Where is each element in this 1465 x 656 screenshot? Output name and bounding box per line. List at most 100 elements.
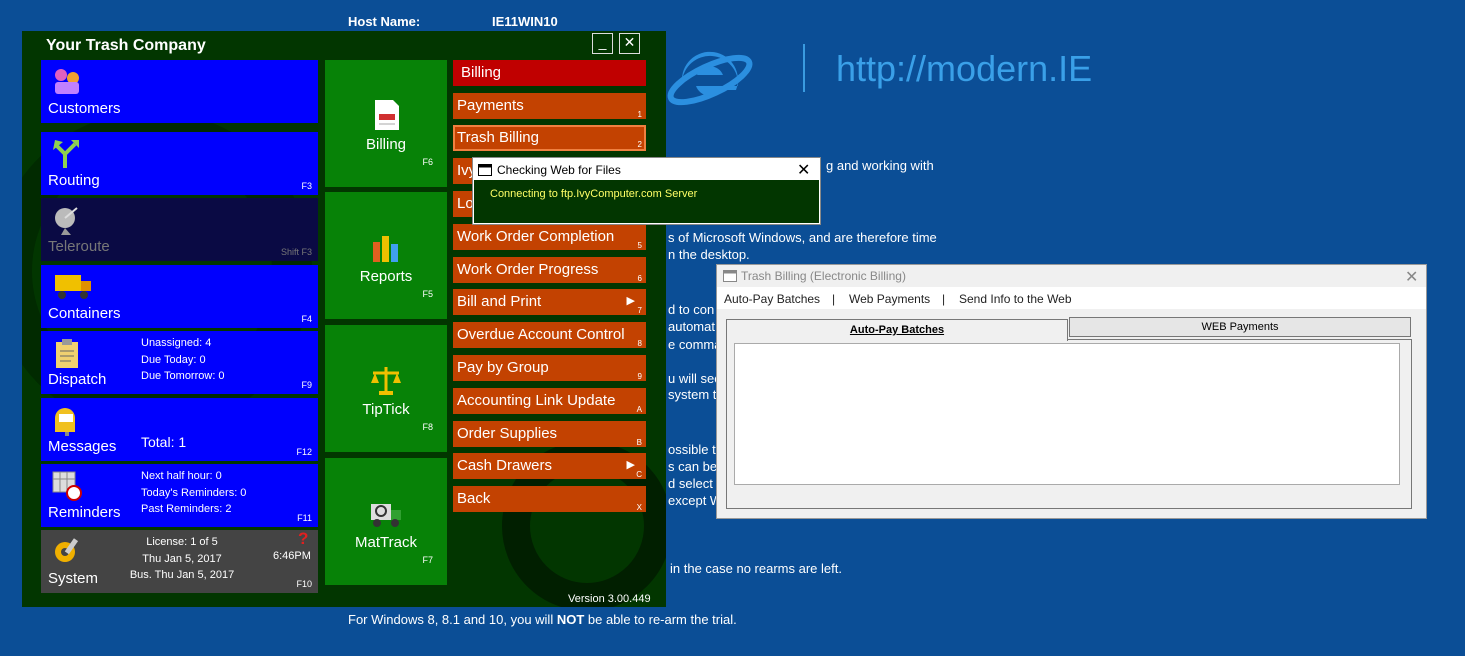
- system-info: License: 1 of 5 Thu Jan 5, 2017 Bus. Thu…: [129, 536, 235, 581]
- app-title: Your Trash Company: [46, 37, 206, 54]
- tile-system[interactable]: License: 1 of 5 Thu Jan 5, 2017 Bus. Thu…: [41, 529, 318, 593]
- bar-chart-icon: [373, 236, 398, 262]
- tile-label: Containers: [48, 305, 121, 322]
- clipboard-icon: [56, 339, 78, 368]
- menu-bar: Auto-Pay Batches | Web Payments | Send I…: [717, 287, 1426, 309]
- submenu-arrow-icon: ▶: [626, 459, 635, 471]
- version-label: Version 3.00.449: [568, 593, 651, 605]
- tile-label: Reports: [359, 268, 413, 285]
- tile-teleroute[interactable]: Teleroute Shift F3: [41, 198, 318, 261]
- checking-web-dialog: Checking Web for Files ✕ Connecting to f…: [472, 157, 821, 225]
- tab-web-payments[interactable]: WEB Payments: [1069, 317, 1411, 337]
- trash-billing-window: Trash Billing (Electronic Billing) ✕ Aut…: [716, 264, 1427, 519]
- tile-label: System: [48, 570, 99, 587]
- desktop-text-line: system t: [668, 387, 717, 402]
- tile-shortcut: F9: [301, 380, 312, 390]
- menu-item-trash-billing[interactable]: Trash Billing 2: [453, 125, 646, 151]
- help-icon[interactable]: ?: [298, 529, 308, 549]
- menu-item-back[interactable]: Back X: [453, 486, 646, 512]
- desktop-text-line: e comma: [668, 337, 722, 352]
- tile-label: Teleroute: [48, 238, 110, 255]
- scale-icon: [371, 367, 401, 395]
- tile-shortcut: F10: [296, 579, 312, 589]
- batches-list[interactable]: [734, 343, 1400, 485]
- menu-item-bill-and-print[interactable]: Bill and Print ▶ 7: [453, 289, 646, 315]
- mattrack-truck-icon: [371, 504, 401, 527]
- tile-label: Dispatch: [48, 371, 107, 388]
- tile-reminders[interactable]: Next half hour: 0 Today's Reminders: 0 P…: [41, 464, 318, 527]
- desktop-text-line: automat: [668, 319, 715, 334]
- menu-item-pay-by-group[interactable]: Pay by Group 9: [453, 355, 646, 381]
- mailbox-icon: [55, 408, 75, 436]
- menu-auto-pay-batches[interactable]: Auto-Pay Batches: [724, 292, 820, 306]
- dialog-body: Connecting to ftp.IvyComputer.com Server: [474, 180, 819, 223]
- window-title: Trash Billing (Electronic Billing): [741, 269, 906, 283]
- tile-label: Customers: [48, 100, 121, 117]
- menu-separator: |: [942, 292, 946, 306]
- tile-shortcut: F11: [297, 513, 312, 523]
- close-button[interactable]: ✕: [619, 33, 640, 54]
- host-name-value: IE11WIN10: [492, 14, 558, 29]
- customers-icon: [55, 69, 79, 94]
- desktop-text-line: d to con: [668, 302, 715, 317]
- tile-label: MatTrack: [355, 534, 417, 551]
- tile-shortcut: F6: [422, 157, 433, 167]
- tile-label: Reminders: [48, 504, 121, 521]
- desktop-text-line: ossible to: [668, 442, 723, 457]
- routing-arrow-icon: [53, 140, 79, 168]
- ie-separator: [803, 44, 805, 92]
- dialog-title: Checking Web for Files: [497, 163, 621, 177]
- desktop-text-line: in the case no rearms are left.: [670, 561, 842, 576]
- tile-reports[interactable]: Reports F5: [325, 192, 447, 319]
- desktop-footer-text: For Windows 8, 8.1 and 10, you will NOT …: [348, 612, 737, 627]
- menu-item-cash-drawers[interactable]: Cash Drawers ▶ C: [453, 453, 646, 479]
- tile-billing[interactable]: Billing F6: [325, 60, 447, 187]
- menu-item-payments[interactable]: Payments 1: [453, 93, 646, 119]
- menu-item-accounting-link-update[interactable]: Accounting Link Update A: [453, 388, 646, 414]
- menu-item-order-supplies[interactable]: Order Supplies B: [453, 421, 646, 447]
- minimize-button[interactable]: _: [592, 33, 613, 54]
- tile-customers[interactable]: Customers: [41, 60, 318, 123]
- tile-messages[interactable]: Total: 1 Messages F12: [41, 398, 318, 461]
- menu-separator: |: [832, 292, 836, 306]
- menu-send-info-to-web[interactable]: Send Info to the Web: [959, 292, 1072, 306]
- tile-shortcut: Shift F3: [280, 247, 312, 257]
- messages-total: Total: 1: [141, 434, 187, 450]
- ie-logo-icon: [667, 51, 753, 106]
- menu-web-payments[interactable]: Web Payments: [849, 292, 930, 306]
- tile-mattrack[interactable]: MatTrack F7: [325, 458, 447, 585]
- menu-item-work-order-progress[interactable]: Work Order Progress 6: [453, 257, 646, 283]
- invoice-icon: [375, 100, 399, 130]
- tile-routing[interactable]: Routing F3: [41, 132, 318, 195]
- tile-shortcut: F8: [422, 422, 433, 432]
- desktop-text-line: d select t: [668, 476, 721, 491]
- tile-shortcut: F7: [422, 555, 433, 565]
- submenu-arrow-icon: ▶: [626, 295, 635, 307]
- desktop-text-line: s can be: [668, 459, 718, 474]
- dialog-close-button[interactable]: ✕: [797, 160, 810, 180]
- tile-shortcut: F5: [422, 289, 433, 299]
- satellite-dish-icon: [55, 207, 78, 235]
- system-time: 6:46PM: [273, 550, 311, 562]
- tile-label: Billing: [365, 136, 407, 153]
- menu-item-overdue-account-control[interactable]: Overdue Account Control 8: [453, 322, 646, 348]
- window-icon: [723, 270, 737, 282]
- desktop-text-line: s of Microsoft Windows, and are therefor…: [668, 230, 937, 245]
- tab-auto-pay-batches[interactable]: Auto-Pay Batches: [726, 319, 1068, 341]
- dispatch-info: Unassigned: 4 Due Today: 0 Due Tomorrow:…: [141, 337, 225, 382]
- desktop-text-line: except W: [668, 493, 723, 508]
- truck-icon: [55, 275, 91, 299]
- tile-tiptick[interactable]: TipTick F8: [325, 325, 447, 452]
- desktop-text-line: g and working with: [826, 158, 934, 173]
- menu-header-billing: Billing: [453, 60, 646, 86]
- gear-wrench-icon: [55, 538, 79, 562]
- menu-item-work-order-completion[interactable]: Work Order Completion 5: [453, 224, 646, 250]
- ie-url-text: http://modern.IE: [836, 48, 1093, 89]
- window-icon: [478, 164, 492, 176]
- tile-containers[interactable]: Containers F4: [41, 265, 318, 328]
- tile-dispatch[interactable]: Unassigned: 4 Due Today: 0 Due Tomorrow:…: [41, 331, 318, 394]
- desktop-text-line: n the desktop.: [668, 247, 750, 262]
- tile-label: Messages: [48, 438, 117, 455]
- window-close-button[interactable]: ✕: [1405, 267, 1418, 287]
- desktop-text-line: u will see: [668, 371, 722, 386]
